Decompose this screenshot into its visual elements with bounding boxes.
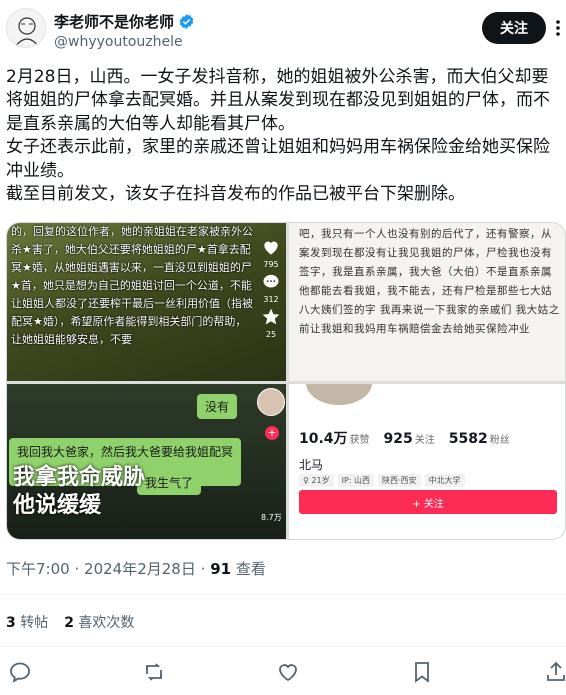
- author-display-name[interactable]: 李老师不是你老师: [54, 11, 174, 32]
- followers-label: 粉丝: [489, 435, 510, 446]
- creator-avatar: [257, 388, 285, 416]
- share-icon[interactable]: [544, 660, 566, 684]
- tweet-stats: 3 转帖 2 喜欢次数: [6, 612, 134, 632]
- profile-tag: IP: 山西: [337, 474, 375, 487]
- heart-icon: [264, 241, 278, 255]
- profile-tag: 陕西·西安: [378, 474, 421, 487]
- tweet-text: 2月28日，山西。一女子发抖音称，她的姐姐被外公杀害，而大伯父却要将姐姐的尸体拿…: [6, 66, 562, 206]
- follow-button[interactable]: 关注: [482, 12, 546, 44]
- tweet-header: 李老师不是你老师 @whyyoutouzhele 关注: [0, 0, 566, 60]
- like-count: 8.7万: [261, 513, 282, 522]
- handwritten-text: 吧，我只有一个人也没有别的后代了，还有警察，从案发到现在都没有让我见我姐的尸体，…: [299, 228, 560, 335]
- media-grid: 的，回复的这位作者，她的亲姐姐在老家被亲外公杀★害了，她大伯父还要将她姐姐的尸★…: [6, 222, 566, 540]
- tweet-paragraph: 截至目前发文，该女子在抖音发布的作品已被平台下架删除。: [6, 184, 465, 205]
- plus-icon: +: [265, 426, 279, 440]
- comment-icon: [263, 274, 279, 288]
- tweet-date[interactable]: 2024年2月28日: [84, 560, 196, 578]
- meta-separator: ·: [74, 560, 80, 578]
- tweet-paragraph: 2月28日，山西。一女子发抖音称，她的姐姐被外公杀害，而大伯父却要将姐姐的尸体拿…: [6, 67, 550, 134]
- douyin-side-actions: 795 312 25: [257, 237, 285, 339]
- chat-bubble: 我生气了: [137, 470, 202, 495]
- more-icon[interactable]: [551, 18, 565, 38]
- profile-avatar: [303, 384, 375, 408]
- divider: [0, 594, 566, 595]
- chat-bubble: 没有: [197, 394, 238, 419]
- video-caption: 我拿我命威胁 他说缓缓: [13, 464, 145, 520]
- avatar-sketch-icon: [14, 17, 40, 47]
- likes-label: 获赞: [349, 435, 370, 446]
- like-count: 795: [263, 260, 279, 269]
- author-avatar[interactable]: [6, 8, 46, 48]
- media-image-4[interactable]: 10.4万 获赞 925 关注 5582 粉丝 北马 ♀ 21岁 IP: 山西 陕西·…: [289, 384, 565, 539]
- author-handle[interactable]: @whyyoutouzhele: [54, 34, 183, 50]
- tweet-time[interactable]: 下午7:00: [6, 560, 70, 578]
- following-value: 925: [383, 431, 413, 447]
- reposts-stat[interactable]: 3 转帖: [6, 612, 48, 632]
- reposts-value: 3: [6, 615, 16, 631]
- action-bar: [0, 660, 566, 688]
- caption-line: 我拿我命威胁: [13, 465, 146, 490]
- divider: [0, 646, 566, 647]
- tweet-paragraph: 女子还表示此前，家里的亲戚还曾让姐姐和妈妈用车祸保险金给她买保险冲业绩。: [6, 137, 550, 181]
- repost-icon[interactable]: [142, 660, 166, 684]
- media-image-2[interactable]: 吧，我只有一个人也没有别的后代了，还有警察，从案发到现在都没有让我见我姐的尸体，…: [289, 223, 565, 381]
- meta-separator: ·: [200, 560, 206, 578]
- likes-label: 喜欢次数: [78, 615, 135, 631]
- media-image-1[interactable]: 的，回复的这位作者，她的亲姐姐在老家被亲外公杀★害了，她大伯父还要将她姐姐的尸★…: [7, 223, 286, 381]
- tweet-meta: 下午7:00 · 2024年2月28日 · 91 查看: [6, 558, 266, 579]
- likes-stat[interactable]: 2 喜欢次数: [64, 612, 134, 632]
- screenshot-text: 的，回复的这位作者，她的亲姐姐在老家被亲外公杀★害了，她大伯父还要将她姐姐的尸★…: [11, 225, 253, 346]
- profile-follow-button: + 关注: [299, 490, 557, 514]
- verified-badge-icon: [179, 14, 194, 29]
- heart-icon[interactable]: [276, 660, 300, 684]
- reply-icon[interactable]: [8, 660, 32, 684]
- name-row: 李老师不是你老师: [54, 11, 195, 32]
- followers-value: 5582: [448, 431, 488, 447]
- following-label: 关注: [414, 435, 435, 446]
- profile-name: 北马: [299, 458, 324, 472]
- caption-line: 他说缓缓: [13, 493, 102, 518]
- comment-count: 312: [263, 295, 279, 304]
- views-value: 91: [210, 560, 232, 578]
- profile-tags: ♀ 21岁 IP: 山西 陕西·西安 中北大学: [299, 474, 465, 487]
- profile-stats: 10.4万 获赞 925 关注 5582 粉丝: [299, 428, 510, 448]
- views-label: 查看: [235, 560, 266, 578]
- star-icon: [262, 308, 280, 325]
- likes-value: 10.4万: [299, 431, 348, 447]
- likes-value: 2: [64, 615, 74, 631]
- media-image-3[interactable]: 没有 我回我大爸家，然后我大爸要给我姐配冥婚 我生气了 我拿我命威胁 他说缓缓 …: [7, 384, 286, 539]
- reposts-label: 转帖: [20, 615, 49, 631]
- profile-tag: 中北大学: [424, 474, 465, 487]
- bookmark-icon[interactable]: [410, 660, 434, 684]
- favorite-count: 25: [265, 330, 277, 339]
- profile-tag: ♀ 21岁: [299, 474, 334, 487]
